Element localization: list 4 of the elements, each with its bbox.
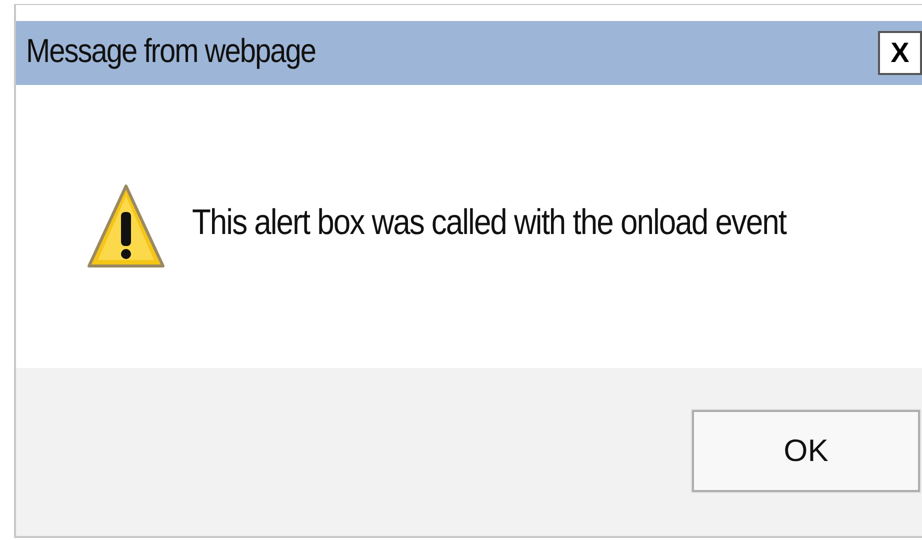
close-button[interactable]: X xyxy=(878,31,922,75)
ok-button[interactable]: OK xyxy=(692,410,920,492)
alert-message: This alert box was called with the onload event xyxy=(192,201,786,244)
window-title: Message from webpage xyxy=(26,32,316,73)
